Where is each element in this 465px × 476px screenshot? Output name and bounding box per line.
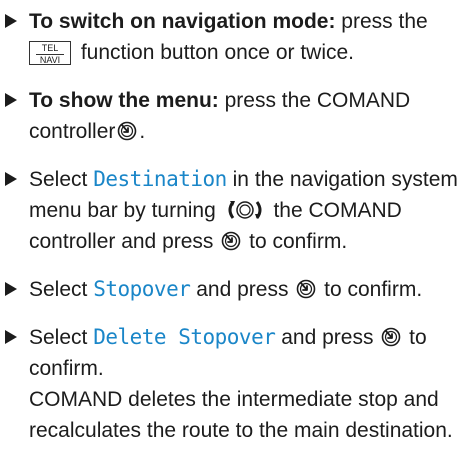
bullet-icon <box>5 14 17 28</box>
step-text: to confirm. <box>249 230 348 253</box>
step-text: function button once or twice. <box>80 41 355 64</box>
step-select-stopover: Select Stopover and press to confirm. <box>0 274 465 305</box>
step-text: Select <box>29 326 88 349</box>
bullet-icon <box>5 172 17 186</box>
bullet-icon <box>5 93 17 107</box>
step-text: and press <box>281 326 374 349</box>
step-result: COMAND deletes the intermediate stop and… <box>29 388 453 442</box>
step-label: To switch on navigation mode: <box>29 10 336 33</box>
tel-navi-key-icon: TEL NAVI <box>29 41 71 65</box>
key-top-label: TEL <box>41 43 59 53</box>
controller-press-icon <box>221 231 241 251</box>
controller-press-icon <box>296 279 316 299</box>
step-text: and press <box>196 278 289 301</box>
menu-item-destination: Destination <box>93 167 227 191</box>
key-bottom-label: NAVI <box>39 55 61 65</box>
controller-press-icon <box>381 327 401 347</box>
instructions: To switch on navigation mode: press the … <box>0 6 465 463</box>
step-select-destination: Select Destination in the navigation sys… <box>0 164 465 257</box>
step-show-menu: To show the menu: press the COMAND contr… <box>0 85 465 147</box>
controller-press-icon <box>118 121 137 141</box>
menu-item-stopover: Stopover <box>93 277 191 301</box>
step-text: to confirm. <box>324 278 423 301</box>
step-delete-stopover: Select Delete Stopover and press to conf… <box>0 322 465 446</box>
menu-item-delete-stopover: Delete Stopover <box>93 325 276 349</box>
step-text: press the <box>341 10 428 33</box>
controller-turn-icon <box>228 201 262 219</box>
bullet-icon <box>5 330 17 344</box>
step-text: . <box>139 120 146 143</box>
step-switch-on-navigation: To switch on navigation mode: press the … <box>0 6 465 68</box>
bullet-icon <box>5 282 17 296</box>
step-text: Select <box>29 278 88 301</box>
step-text: Select <box>29 168 88 191</box>
step-label: To show the menu: <box>29 89 219 112</box>
